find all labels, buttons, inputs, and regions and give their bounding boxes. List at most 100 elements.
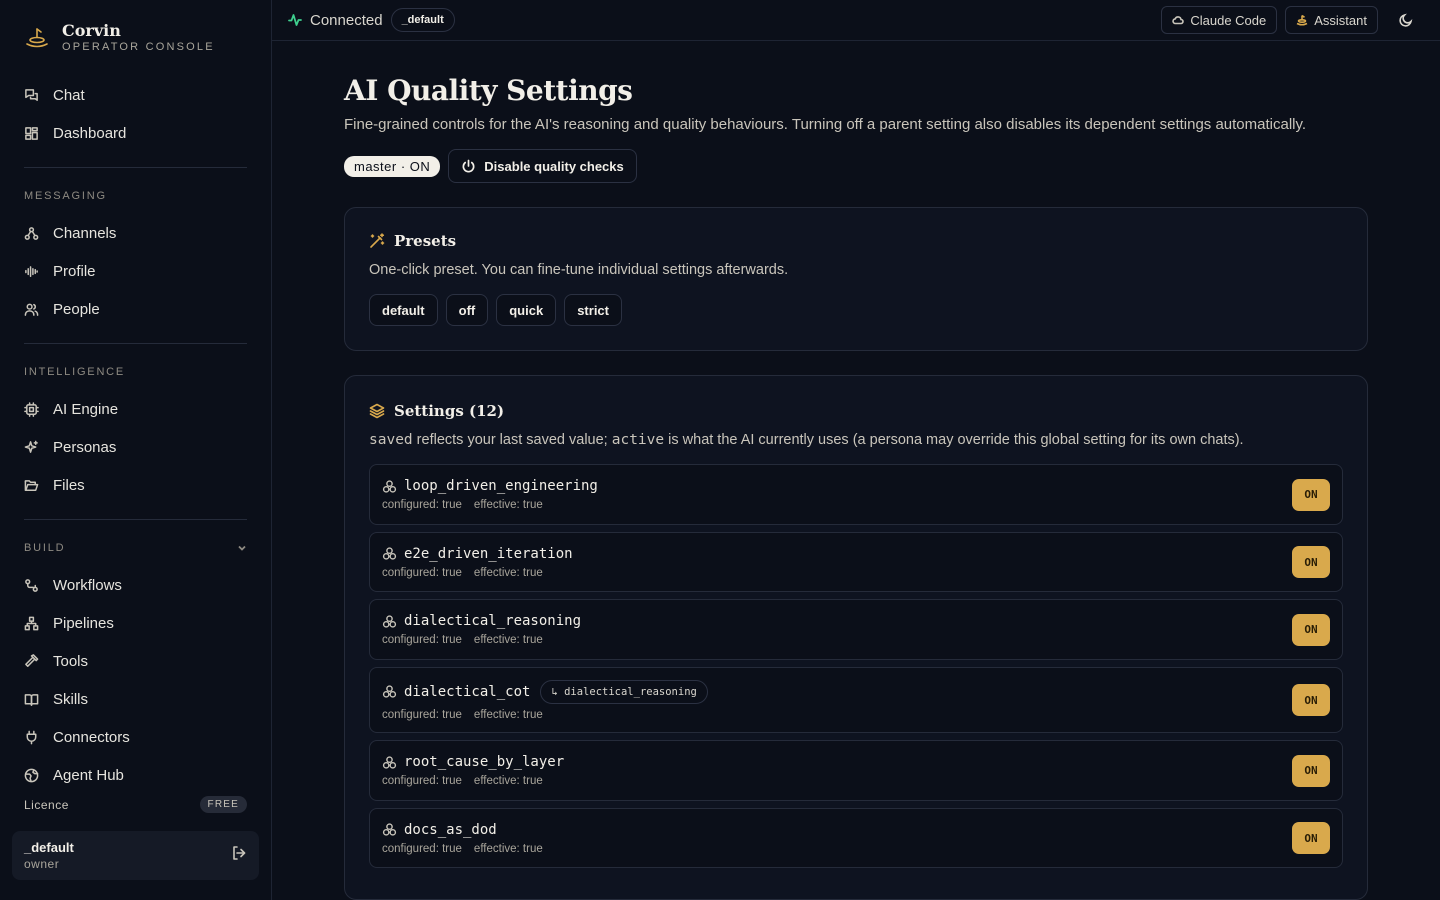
user-card: _default owner (12, 831, 259, 880)
setting-configured: configured: true (382, 566, 462, 579)
presets-card: Presets One-click preset. You can fine-t… (344, 207, 1368, 351)
nav-item-ai-engine[interactable]: AI Engine (24, 390, 247, 428)
plug-icon (26, 730, 37, 744)
nav-item-label: Skills (53, 690, 89, 708)
nav-item-label: AI Engine (53, 400, 119, 418)
connection-status: Connected (310, 11, 383, 29)
settings-desc-text: reflects your last saved value; (412, 432, 612, 448)
moon-icon (1399, 13, 1413, 27)
nav-item-personas[interactable]: Personas (24, 428, 247, 466)
nav-item-profile[interactable]: Profile (24, 252, 247, 290)
setting-row: loop_driven_engineering configured: true… (369, 464, 1343, 525)
activity-icon (288, 14, 302, 26)
brand-subtitle: OPERATOR CONSOLE (62, 41, 215, 53)
setting-name: loop_driven_engineering (404, 478, 598, 494)
tenant-pill[interactable]: _default (390, 8, 455, 32)
chat-icon (25, 88, 38, 101)
setting-toggle[interactable]: ON (1292, 613, 1330, 646)
setting-row: dialectical_reasoning configured: true e… (369, 599, 1343, 660)
chevron-down-icon[interactable] (237, 543, 247, 553)
section-title-messaging: MESSAGING (24, 184, 247, 208)
setting-row: e2e_driven_iteration configured: true ef… (369, 532, 1343, 592)
divider (24, 167, 247, 168)
setting-effective: effective: true (473, 634, 543, 646)
nav-item-label: Agent Hub (53, 766, 124, 784)
disable-quality-checks-button[interactable]: Disable quality checks (448, 149, 637, 183)
setting-name: dialectical_cot (404, 683, 531, 700)
assistant-label: Assistant (1314, 12, 1367, 28)
sidebar-nav: Chat Dashboard MESSAGING Channels Profil… (0, 56, 271, 794)
dependency-pill: ↳ dialectical_reasoning (540, 679, 708, 704)
preset-quick-button[interactable]: quick (496, 294, 557, 326)
setting-toggle[interactable]: ON (1292, 684, 1330, 716)
setting-row: dialectical_cot ↳ dialectical_reasoning … (369, 667, 1343, 733)
setting-configured: configured: true (382, 842, 462, 855)
page-title: AI Quality Settings (344, 74, 633, 107)
setting-row: root_cause_by_layer configured: true eff… (369, 740, 1343, 801)
claude-code-label: Claude Code (1190, 12, 1267, 28)
nav-item-connectors[interactable]: Connectors (24, 718, 247, 756)
setting-toggle[interactable]: ON (1292, 822, 1330, 854)
settings-group-icon (382, 823, 397, 836)
licence-row: Licence FREE (24, 796, 247, 813)
nav-item-label: Channels (53, 224, 117, 242)
page-content: AI Quality Settings Fine-grained control… (272, 41, 1440, 900)
setting-toggle[interactable]: ON (1292, 546, 1330, 578)
setting-name: dialectical_reasoning (404, 613, 582, 629)
preset-default-button[interactable]: default (369, 294, 438, 326)
setting-row: docs_as_dod configured: true effective: … (369, 808, 1343, 868)
nav-item-pipelines[interactable]: Pipelines (24, 604, 247, 642)
dashboard-icon (25, 126, 38, 140)
nav-item-label: Files (53, 476, 85, 494)
section-title-text: MESSAGING (24, 190, 107, 202)
settings-desc-text: is what the AI currently uses (a persona… (664, 432, 1244, 448)
nav-item-dashboard[interactable]: Dashboard (24, 114, 247, 152)
main-area: Connected _default Claude Code Assistant… (272, 0, 1440, 900)
claude-code-button[interactable]: Claude Code (1161, 6, 1278, 34)
theme-toggle-button[interactable] (1392, 6, 1420, 34)
licence-badge: FREE (199, 796, 247, 813)
nav-item-workflows[interactable]: Workflows (24, 566, 247, 604)
setting-toggle[interactable]: ON (1292, 478, 1330, 511)
section-title-build[interactable]: BUILD (24, 536, 247, 560)
hammer-icon (25, 653, 39, 667)
preset-off-button[interactable]: off (445, 294, 489, 326)
pipeline-icon (24, 616, 39, 630)
preset-strict-button[interactable]: strict (564, 294, 622, 326)
people-icon (24, 303, 39, 316)
settings-title: Settings (12) (394, 402, 505, 420)
logout-button[interactable] (231, 845, 247, 866)
brand[interactable]: Corvin OPERATOR CONSOLE (0, 0, 271, 56)
settings-group-icon (382, 479, 397, 493)
nav-item-files[interactable]: Files (24, 466, 247, 504)
cloud-icon (1172, 16, 1185, 25)
nav-item-tools[interactable]: Tools (24, 642, 247, 680)
nav-item-label: Chat (53, 86, 85, 104)
book-icon (24, 693, 39, 706)
setting-effective: effective: true (473, 708, 543, 721)
nav-item-skills[interactable]: Skills (24, 680, 247, 718)
settings-list: loop_driven_engineering configured: true… (369, 464, 1343, 868)
setting-toggle[interactable]: ON (1292, 754, 1330, 787)
user-name: _default (24, 839, 74, 855)
sparkles-icon (24, 440, 38, 453)
assistant-button[interactable]: Assistant (1285, 6, 1378, 34)
nav-item-chat[interactable]: Chat (24, 76, 247, 114)
nav-item-people[interactable]: People (24, 290, 247, 328)
saved-term: saved (369, 432, 413, 448)
logout-icon (233, 846, 246, 860)
setting-name: e2e_driven_iteration (404, 545, 573, 562)
master-status-badge: master · ON (344, 155, 441, 177)
setting-configured: configured: true (382, 499, 462, 511)
nav-item-agent-hub[interactable]: Agent Hub (24, 756, 247, 794)
setting-effective: effective: true (473, 842, 543, 855)
nav-item-label: Connectors (53, 728, 130, 746)
setting-effective: effective: true (473, 566, 543, 579)
presets-title: Presets (394, 232, 457, 250)
section-title-intelligence: INTELLIGENCE (24, 360, 247, 384)
folder-icon (24, 479, 39, 491)
divider (24, 519, 247, 520)
nav-item-channels[interactable]: Channels (24, 214, 247, 252)
setting-effective: effective: true (473, 775, 543, 787)
setting-configured: configured: true (382, 775, 462, 787)
